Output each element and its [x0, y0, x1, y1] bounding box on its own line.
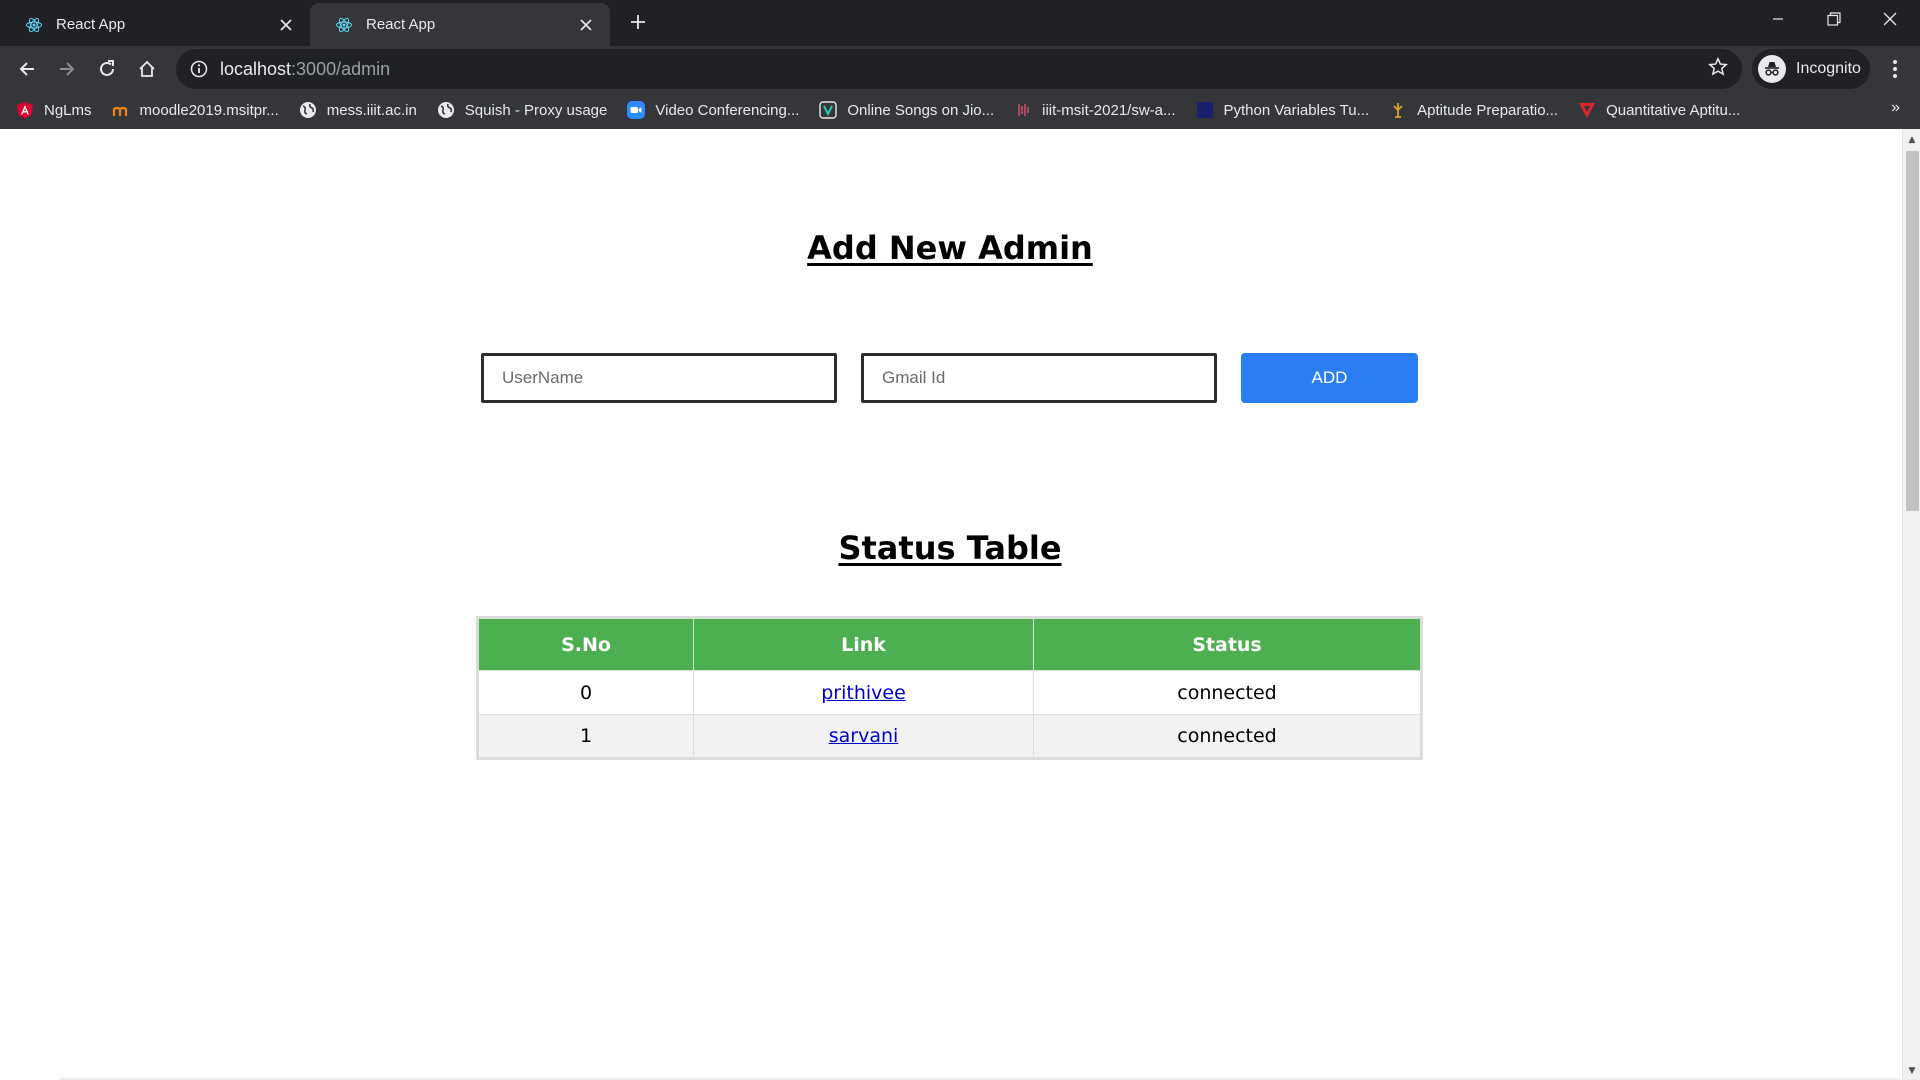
- scrollbar-thumb[interactable]: [1906, 151, 1919, 511]
- bookmark-zoom[interactable]: Video Conferencing...: [627, 101, 799, 119]
- close-tab-icon[interactable]: [276, 15, 296, 35]
- cell-status: connected: [1033, 714, 1422, 759]
- table-header-row: S.No Link Status: [477, 617, 1422, 671]
- zoom-icon: [627, 101, 646, 119]
- cell-link: sarvani: [693, 714, 1034, 759]
- react-icon: [334, 15, 354, 35]
- plus-icon: [631, 15, 645, 29]
- reload-icon: [100, 60, 114, 76]
- table-row: 0 prithivee connected: [477, 670, 1422, 715]
- home-icon: [139, 60, 155, 77]
- bookmark-mess[interactable]: mess.iiit.ac.in: [299, 101, 417, 119]
- forward-button[interactable]: [50, 52, 84, 86]
- tab-title: React App: [366, 16, 436, 33]
- more-bookmarks-icon[interactable]: »: [1891, 99, 1900, 117]
- bookmark-label: Squish - Proxy usage: [464, 101, 608, 119]
- reload-button[interactable]: [90, 52, 124, 86]
- bookmark-label: mess.iiit.ac.in: [326, 101, 417, 119]
- vertex-icon: [1578, 101, 1596, 119]
- back-arrow-icon: [19, 62, 34, 76]
- globe-icon: [299, 101, 317, 119]
- close-tab-icon[interactable]: [576, 15, 596, 35]
- angular-icon: [16, 101, 34, 119]
- column-header-link: Link: [693, 617, 1034, 671]
- cell-sno: 0: [477, 670, 694, 715]
- globe-icon: [437, 101, 455, 119]
- bookmark-label: Online Songs on Jio...: [847, 101, 995, 119]
- bookmark-label: iiit-msit-2021/sw-a...: [1042, 101, 1176, 119]
- cell-sno: 1: [477, 714, 694, 759]
- bookmark-label: Video Conferencing...: [655, 101, 800, 119]
- bookmark-aptitude-preparation[interactable]: Aptitude Preparatio...: [1389, 101, 1558, 119]
- restore-icon: [1827, 12, 1841, 26]
- admin-link[interactable]: sarvani: [829, 725, 899, 747]
- incognito-profile-button[interactable]: Incognito: [1752, 49, 1870, 89]
- bookmark-nglms[interactable]: NgLms: [16, 101, 92, 119]
- url-text: localhost:3000/admin: [220, 59, 390, 80]
- site-info-icon[interactable]: [190, 60, 208, 78]
- bookmark-label: Aptitude Preparatio...: [1417, 101, 1559, 119]
- add-admin-button[interactable]: ADD: [1241, 353, 1418, 403]
- url-host: localhost: [220, 58, 292, 79]
- tab-react-app-2[interactable]: React App: [310, 3, 610, 46]
- bookmark-gitlab[interactable]: iiit-msit-2021/sw-a...: [1014, 101, 1176, 119]
- tutorial-icon: [1196, 101, 1214, 119]
- gitlab-icon: [1014, 101, 1032, 119]
- scroll-down-icon[interactable]: ▼: [1907, 1066, 1917, 1076]
- gmail-input[interactable]: [861, 353, 1217, 403]
- bookmark-label: Python Variables Tu...: [1223, 101, 1370, 119]
- jiosaavn-icon: [819, 101, 838, 119]
- column-header-sno: S.No: [477, 617, 694, 671]
- bookmark-label: Quantitative Aptitu...: [1606, 101, 1741, 119]
- profile-label: Incognito: [1796, 60, 1861, 77]
- more-vert-icon: [1893, 60, 1897, 78]
- tab-react-app-1[interactable]: React App: [0, 3, 310, 46]
- bookmark-star-icon[interactable]: [1708, 57, 1728, 77]
- vertical-scrollbar[interactable]: ▲ ▼: [1902, 129, 1920, 1080]
- bookmark-python-variables[interactable]: Python Variables Tu...: [1196, 101, 1370, 119]
- address-bar[interactable]: localhost:3000/admin: [176, 49, 1742, 89]
- tab-strip: React App React App: [0, 0, 1920, 46]
- home-button[interactable]: [130, 52, 164, 86]
- restore-button[interactable]: [1806, 0, 1862, 38]
- tab-title: React App: [56, 16, 126, 33]
- minimize-icon: [1773, 18, 1783, 20]
- moodle-icon: [112, 101, 130, 119]
- status-table: S.No Link Status 0 prithivee connected 1…: [476, 616, 1423, 760]
- bookmark-jiosaavn[interactable]: Online Songs on Jio...: [819, 101, 994, 119]
- close-window-button[interactable]: [1862, 0, 1918, 38]
- status-table-heading: Status Table: [838, 529, 1062, 567]
- add-admin-heading: Add New Admin: [807, 229, 1093, 267]
- column-header-status: Status: [1033, 617, 1422, 671]
- back-button[interactable]: [10, 52, 44, 86]
- cell-status: connected: [1033, 670, 1422, 715]
- close-icon: [1883, 12, 1897, 26]
- bookmark-label: moodle2019.msitpr...: [139, 101, 279, 119]
- page-viewport: Add New Admin ADD Status Table S.No Link…: [0, 129, 1920, 1080]
- new-tab-button[interactable]: [624, 8, 652, 36]
- incognito-icon: [1758, 55, 1786, 83]
- indiabix-icon: [1389, 101, 1407, 119]
- browser-menu-button[interactable]: [1880, 54, 1910, 84]
- bookmark-label: NgLms: [44, 101, 92, 119]
- cell-link: prithivee: [693, 670, 1034, 715]
- forward-arrow-icon: [60, 62, 75, 76]
- username-input[interactable]: [481, 353, 837, 403]
- bookmarks-bar: NgLms moodle2019.msitpr... mess.iiit.ac.…: [0, 91, 1920, 129]
- react-icon: [24, 15, 44, 35]
- bookmark-quantitative-aptitude[interactable]: Quantitative Aptitu...: [1578, 101, 1740, 119]
- url-path: :3000/admin: [291, 58, 391, 79]
- bookmark-moodle[interactable]: moodle2019.msitpr...: [112, 101, 279, 119]
- bookmark-squish[interactable]: Squish - Proxy usage: [437, 101, 608, 119]
- table-row: 1 sarvani connected: [477, 714, 1422, 759]
- admin-link[interactable]: prithivee: [821, 682, 906, 704]
- minimize-button[interactable]: [1750, 0, 1806, 38]
- scroll-up-icon[interactable]: ▲: [1907, 135, 1917, 145]
